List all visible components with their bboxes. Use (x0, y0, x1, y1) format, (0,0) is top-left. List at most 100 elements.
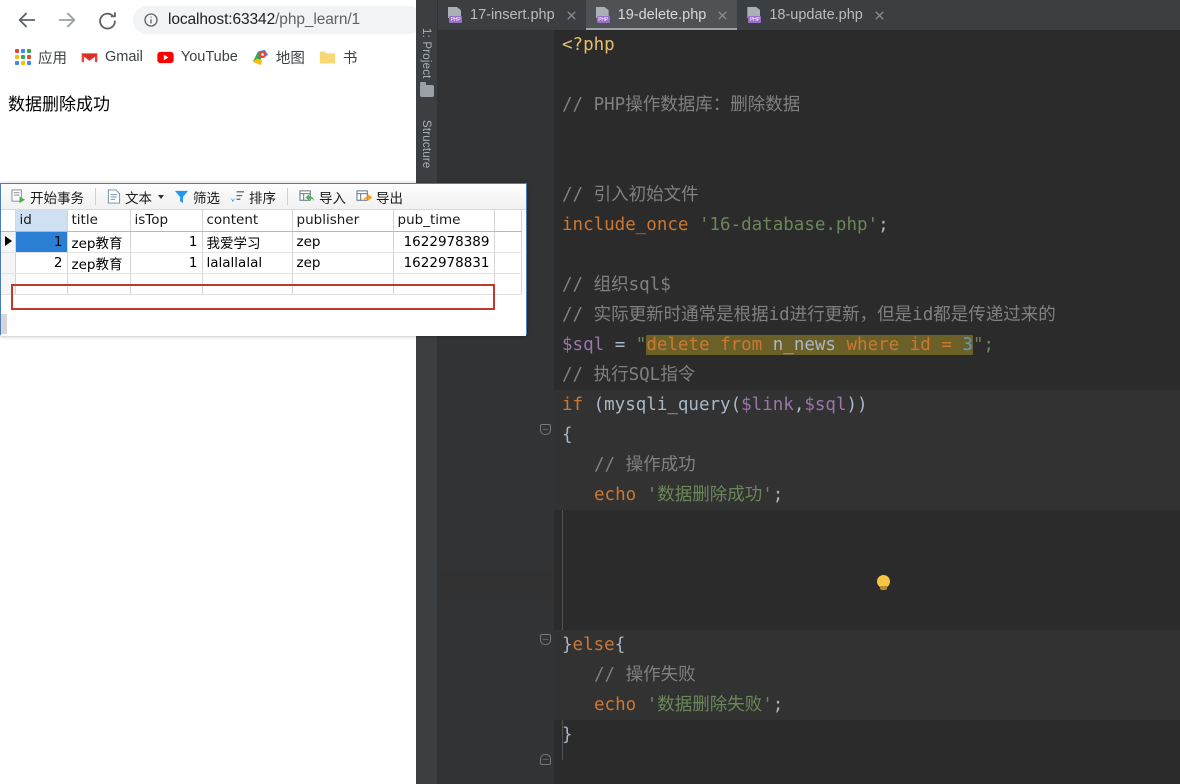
address-bar-url: localhost:63342/php_learn/1 (168, 11, 361, 28)
fold-marker-if[interactable]: – (540, 424, 551, 435)
cell-filler (494, 252, 522, 274)
table-row[interactable]: 1 zep教育 1 我爱学习 zep 1622978389 (1, 231, 522, 253)
cell-id[interactable]: 2 (15, 252, 68, 274)
tab-label: 18-update.php (769, 7, 863, 23)
google-maps-icon (252, 49, 269, 65)
toolbar-label: 排序 (249, 190, 276, 207)
cell-title[interactable]: zep教育 (67, 252, 131, 274)
data-table: id title isTop content publisher pub_tim… (1, 210, 522, 295)
toolbar-label: 导入 (319, 190, 346, 207)
cell-publisher[interactable] (292, 273, 394, 295)
fold-marker-end[interactable]: – (540, 754, 551, 765)
code-line-19: // 操作失败 (554, 660, 1180, 690)
browser-toolbar: localhost:63342/php_learn/1 (0, 0, 423, 40)
code-line-21: } (562, 725, 573, 745)
address-bar[interactable]: localhost:63342/php_learn/1 (133, 6, 423, 34)
cell-isTop[interactable] (130, 273, 203, 295)
gmail-icon (81, 52, 98, 62)
code-folding-strip (532, 30, 554, 784)
code-line-11: // 执行SQL指令 (562, 365, 696, 385)
info-circle-icon (144, 13, 158, 27)
column-header-pub-time[interactable]: pub_time (393, 210, 495, 232)
bookmark-label: Gmail (105, 49, 143, 65)
row-marker (1, 273, 16, 295)
cell-publisher[interactable]: zep (292, 252, 394, 274)
cell-content[interactable]: lalallalal (202, 252, 293, 274)
cell-pub-time[interactable]: 1622978389 (393, 231, 495, 253)
close-icon[interactable] (565, 9, 578, 22)
column-header-title[interactable]: title (67, 210, 131, 232)
column-header-id[interactable]: id (15, 210, 68, 232)
code-line-1: <?php (562, 35, 615, 55)
cell-pub-time[interactable] (393, 273, 495, 295)
line-number-gutter (438, 30, 532, 784)
cell-title[interactable]: zep教育 (67, 231, 131, 253)
cell-id[interactable]: 1 (15, 231, 68, 253)
tab-label: 19-delete.php (617, 7, 707, 23)
cell-pub-time[interactable]: 1622978831 (393, 252, 495, 274)
code-line-3: // PHP操作数据库：删除数据 (562, 95, 801, 115)
bookmark-label: 书 (342, 50, 358, 67)
php-file-icon: PHP (747, 7, 762, 23)
import-button[interactable]: 导入 (294, 186, 351, 208)
intention-bulb-icon[interactable] (876, 575, 891, 593)
code-line-13: { (554, 420, 1180, 450)
bookmarks-bar: 应用 Gmail YouTube 地图 书 (0, 40, 416, 74)
tool-window-sidebar: 1: Project Structure (416, 0, 438, 784)
text-icon (107, 189, 121, 204)
bookmark-maps[interactable]: 地图 (245, 44, 312, 70)
code-line-20: echo '数据删除失败'; (554, 690, 1180, 720)
close-icon[interactable] (873, 9, 886, 22)
php-output-text: 数据删除成功 (8, 95, 110, 115)
apps-grid-icon (15, 49, 31, 65)
column-header-publisher[interactable]: publisher (292, 210, 394, 232)
export-button[interactable]: 导出 (351, 186, 408, 208)
data-grid[interactable]: id title isTop content publisher pub_tim… (1, 210, 526, 336)
import-icon (299, 190, 315, 202)
sidebar-item-structure[interactable]: Structure (420, 120, 432, 168)
reload-icon (98, 11, 116, 29)
sidebar-item-project[interactable]: 1: Project (420, 28, 432, 79)
code-line-10: $sql = "delete from n_news where id = 3"… (562, 335, 995, 355)
toolbar-separator (95, 188, 96, 205)
cell-content[interactable] (202, 273, 293, 295)
cell-isTop[interactable]: 1 (130, 231, 203, 253)
table-row[interactable]: 2 zep教育 1 lalallalal zep 1622978831 (1, 252, 522, 274)
tab-17-insert-php[interactable]: PHP 17-insert.php (438, 0, 586, 30)
bookmark-gmail[interactable]: Gmail (74, 44, 150, 70)
filter-button[interactable]: 筛选 (169, 186, 225, 208)
bookmark-label: 地图 (275, 50, 305, 67)
back-button[interactable] (10, 3, 44, 37)
tab-19-delete-php[interactable]: PHP 19-delete.php (585, 0, 738, 30)
sort-button[interactable]: 排序 (225, 186, 281, 208)
close-icon[interactable] (716, 9, 729, 22)
begin-transaction-button[interactable]: 开始事务 (6, 186, 89, 208)
cell-publisher[interactable]: zep (292, 231, 394, 253)
tab-18-update-php[interactable]: PHP 18-update.php (737, 0, 894, 30)
bookmark-youtube[interactable]: YouTube (150, 44, 245, 70)
table-header-row: id title isTop content publisher pub_tim… (1, 210, 522, 232)
toolbar-label: 筛选 (193, 190, 220, 207)
bookmark-folder[interactable]: 书 (312, 44, 365, 70)
code-line-14: // 操作成功 (554, 450, 1180, 480)
cell-isTop[interactable]: 1 (130, 252, 203, 274)
forward-button[interactable] (50, 3, 84, 37)
column-header-content[interactable]: content (202, 210, 293, 232)
bookmark-label: YouTube (180, 49, 238, 65)
folder-icon[interactable] (420, 82, 434, 97)
cell-filler (494, 273, 522, 295)
cell-title[interactable] (67, 273, 131, 295)
text-view-button[interactable]: 文本 (102, 186, 169, 208)
code-text-area[interactable]: <?php // PHP操作数据库：删除数据 // 引入初始文件 include… (554, 30, 1180, 784)
fold-marker-else[interactable]: – (540, 634, 551, 645)
column-header-isTop[interactable]: isTop (130, 210, 203, 232)
cell-id[interactable] (15, 273, 68, 295)
current-row-arrow-icon (5, 235, 12, 246)
reload-button[interactable] (90, 3, 124, 37)
code-editor[interactable]: 1 2 3 4 9 10 11 12 13 14 15 16 17 18 19 … (438, 30, 1180, 784)
panel-scrollbar[interactable] (1, 314, 7, 334)
cell-content[interactable]: 我爱学习 (202, 231, 293, 253)
bookmark-apps[interactable]: 应用 (8, 44, 74, 70)
chevron-down-icon[interactable] (158, 194, 164, 199)
table-row-empty[interactable] (1, 273, 522, 295)
